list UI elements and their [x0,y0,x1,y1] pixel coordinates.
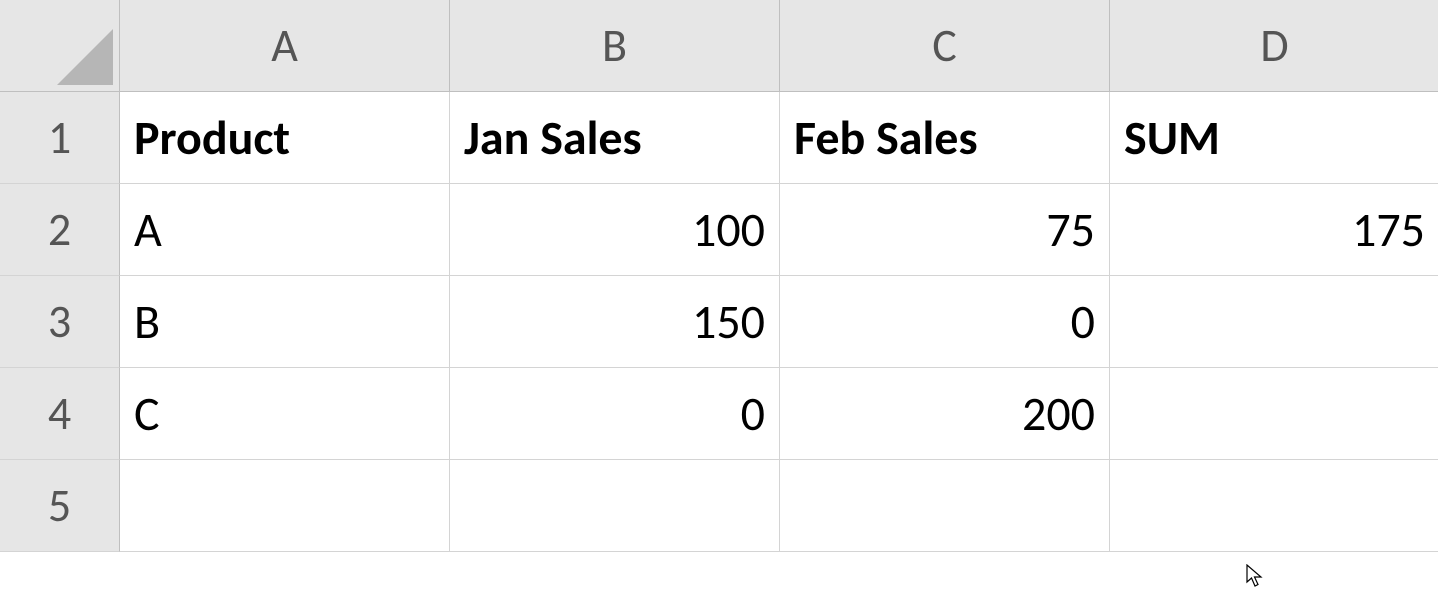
column-header-A[interactable]: A [120,0,450,92]
cell-A3[interactable]: B [120,276,450,368]
row-header-5[interactable]: 5 [0,460,120,552]
cell-B5[interactable] [450,460,780,552]
cell-B1[interactable]: Jan Sales [450,92,780,184]
mouse-cursor-icon [1246,564,1264,588]
cell-A1[interactable]: Product [120,92,450,184]
cell-A2[interactable]: A [120,184,450,276]
cell-D3[interactable] [1110,276,1438,368]
cell-C4[interactable]: 200 [780,368,1110,460]
cell-D2[interactable]: 175 [1110,184,1438,276]
cell-B2[interactable]: 100 [450,184,780,276]
row-header-4[interactable]: 4 [0,368,120,460]
cell-C3[interactable]: 0 [780,276,1110,368]
cell-A4[interactable]: C [120,368,450,460]
cell-B3[interactable]: 150 [450,276,780,368]
cell-C1[interactable]: Feb Sales [780,92,1110,184]
row-header-2[interactable]: 2 [0,184,120,276]
row-header-1[interactable]: 1 [0,92,120,184]
select-all-corner[interactable] [0,0,120,92]
cell-C5[interactable] [780,460,1110,552]
cell-D1[interactable]: SUM [1110,92,1438,184]
cell-D4[interactable] [1110,368,1438,460]
row-header-3[interactable]: 3 [0,276,120,368]
cell-A5[interactable] [120,460,450,552]
column-header-B[interactable]: B [450,0,780,92]
column-header-D[interactable]: D [1110,0,1438,92]
cell-D5[interactable] [1110,460,1438,552]
cell-C2[interactable]: 75 [780,184,1110,276]
column-header-C[interactable]: C [780,0,1110,92]
cell-B4[interactable]: 0 [450,368,780,460]
spreadsheet-grid: A B C D 1 Product Jan Sales Feb Sales SU… [0,0,1438,552]
